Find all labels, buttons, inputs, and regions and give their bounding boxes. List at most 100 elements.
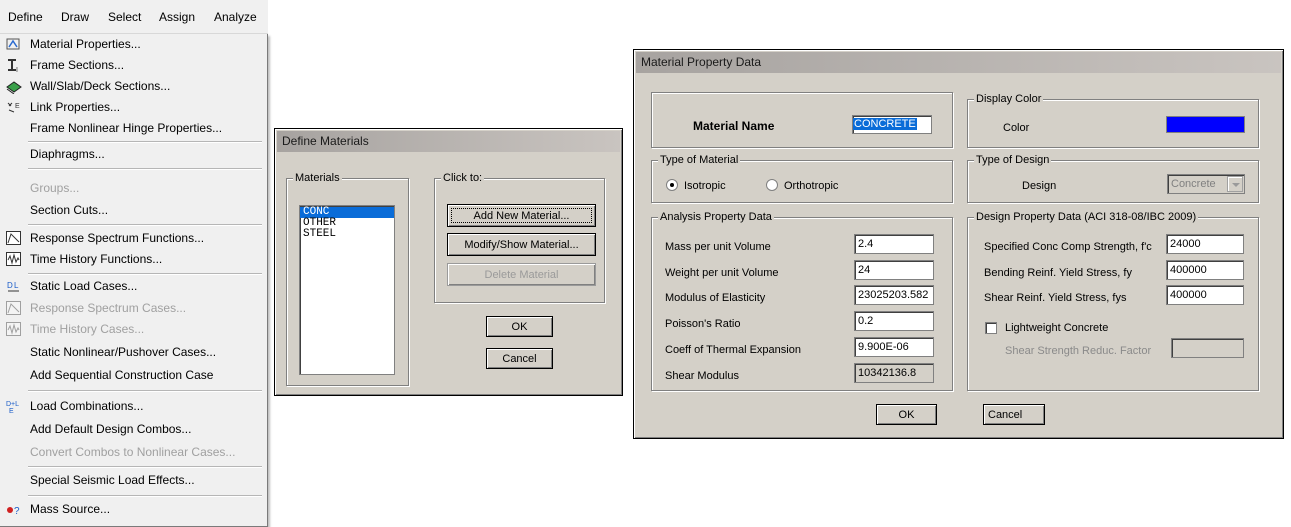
thermal-expansion-field[interactable]: 9.900E-06 (854, 337, 934, 357)
menu-item-default-design-combos[interactable]: Add Default Design Combos... (0, 419, 266, 440)
modify-show-material-button[interactable]: Modify/Show Material... (447, 233, 596, 256)
analysis-property-label: Analysis Property Data (658, 210, 774, 224)
color-label: Color (1003, 122, 1030, 134)
shear-yield-field[interactable]: 400000 (1166, 285, 1244, 305)
menu-define[interactable]: Define (8, 10, 43, 24)
menu-item-label: Material Properties... (30, 37, 141, 51)
menu-item-label: Link Properties... (30, 100, 121, 114)
cancel-button[interactable]: Cancel (983, 404, 1045, 425)
conc-strength-field[interactable]: 24000 (1166, 234, 1244, 254)
menu-item-label: Time History Cases... (30, 322, 145, 336)
type-of-material-label: Type of Material (658, 153, 741, 167)
dialog-title: Define Materials (277, 131, 620, 152)
menu-assign[interactable]: Assign (159, 10, 195, 24)
svg-text:?: ? (14, 506, 20, 517)
menu-item-special-seismic[interactable]: Special Seismic Load Effects... (0, 470, 266, 491)
menu-item-label: Frame Nonlinear Hinge Properties... (30, 121, 223, 135)
type-of-design-label: Type of Design (974, 153, 1052, 167)
mass-per-volume-field[interactable]: 2.4 (854, 234, 934, 254)
menu-item-label: Wall/Slab/Deck Sections... (30, 79, 171, 93)
cancel-label: Cancel (502, 352, 537, 365)
orthotropic-radio[interactable] (766, 179, 778, 191)
define-menu: Material Properties... I Frame Sections.… (0, 34, 268, 527)
material-name-group: Material Name CONCRETE (651, 92, 953, 148)
menu-item-sequential-construction[interactable]: Add Sequential Construction Case (0, 365, 266, 386)
menu-item-label: Frame Sections... (30, 58, 125, 72)
design-property-group: Design Property Data (ACI 318-08/IBC 200… (967, 210, 1259, 391)
isotropic-label: Isotropic (684, 180, 726, 192)
isotropic-radio[interactable] (666, 179, 678, 191)
menu-item-label: Section Cuts... (30, 203, 109, 217)
time-history-icon (6, 252, 21, 266)
menu-item-label: Time History Functions... (30, 252, 163, 266)
menu-item-groups[interactable]: Groups... (0, 178, 266, 199)
ok-button[interactable]: OK (486, 316, 553, 337)
delete-material-button[interactable]: Delete Material (447, 263, 596, 286)
weight-per-volume-field[interactable]: 24 (854, 260, 934, 280)
time-history-case-icon (6, 322, 21, 336)
menu-item-material-properties[interactable]: Material Properties... (0, 34, 266, 55)
design-value: Concrete (1171, 178, 1216, 190)
color-swatch[interactable] (1166, 116, 1245, 133)
response-spectrum-icon (6, 231, 21, 245)
link-icon: E (7, 102, 20, 113)
bending-yield-field[interactable]: 400000 (1166, 260, 1244, 280)
cancel-button[interactable]: Cancel (486, 348, 553, 369)
menu-item-hinge-properties[interactable]: Frame Nonlinear Hinge Properties... (0, 118, 266, 139)
menu-item-static-load-cases[interactable]: DL Static Load Cases... (0, 276, 266, 297)
menu-draw[interactable]: Draw (61, 10, 89, 24)
menu-item-diaphragms[interactable]: Diaphragms... (0, 144, 266, 165)
materials-group-label: Materials (293, 171, 342, 185)
menu-item-label: Static Load Cases... (30, 279, 138, 293)
menu-separator (28, 390, 262, 392)
material-name-field[interactable]: CONCRETE (852, 115, 932, 134)
menu-item-label: Groups... (30, 181, 80, 195)
menu-item-response-spectrum-cases[interactable]: Response Spectrum Cases... (0, 298, 266, 319)
material-option-steel[interactable]: STEEL (300, 229, 394, 240)
weight-per-volume-label: Weight per unit Volume (665, 267, 779, 279)
mass-source-icon: ? (7, 506, 20, 517)
chevron-down-icon[interactable] (1227, 176, 1243, 192)
modulus-of-elasticity-field[interactable]: 23025203.582 (854, 285, 934, 305)
lightweight-checkbox[interactable] (985, 322, 997, 334)
menu-item-mass-source[interactable]: ? Mass Source... (0, 499, 266, 520)
menu-item-section-cuts[interactable]: Section Cuts... (0, 200, 266, 221)
shear-yield-label: Shear Reinf. Yield Stress, fys (984, 292, 1127, 304)
load-combination-icon: D+LE (6, 401, 19, 414)
menu-item-label: Add Sequential Construction Case (30, 368, 214, 382)
menu-item-convert-combos[interactable]: Convert Combos to Nonlinear Cases... (0, 442, 266, 463)
menu-separator (28, 495, 262, 497)
menu-select[interactable]: Select (108, 10, 141, 24)
menu-item-time-history-cases[interactable]: Time History Cases... (0, 319, 266, 340)
materials-listbox[interactable]: CONC OTHER STEEL (299, 205, 395, 375)
menu-analyze[interactable]: Analyze (214, 10, 257, 24)
menu-item-link-properties[interactable]: E Link Properties... (0, 97, 266, 118)
menu-item-time-history-functions[interactable]: Time History Functions... (0, 249, 266, 270)
menu-item-label: Add Default Design Combos... (30, 422, 192, 436)
design-select[interactable]: Concrete (1167, 174, 1245, 194)
add-new-material-button[interactable]: Add New Material... (447, 204, 596, 227)
ok-button[interactable]: OK (876, 404, 937, 425)
orthotropic-label: Orthotropic (784, 180, 839, 192)
menu-item-load-combinations[interactable]: D+L E Load Combinations... (0, 396, 266, 417)
poissons-ratio-field[interactable]: 0.2 (854, 311, 934, 331)
menu-item-wall-slab-deck[interactable]: Wall/Slab/Deck Sections... (0, 76, 266, 97)
design-label: Design (1022, 180, 1057, 192)
menu-item-response-spectrum-functions[interactable]: Response Spectrum Functions... (0, 228, 266, 249)
svg-text:D+L: D+L (6, 401, 19, 408)
menu-item-label: Diaphragms... (30, 147, 105, 161)
menu-bar: Define Draw Select Assign Analyze (0, 0, 268, 34)
frame-section-icon: I (8, 59, 18, 73)
wall-slab-icon (6, 81, 22, 94)
type-of-material-group: Type of Material Isotropic Orthotropic (651, 153, 953, 203)
static-load-icon: DL (7, 281, 19, 292)
conc-strength-label: Specified Conc Comp Strength, f'c (984, 241, 1152, 253)
shear-strength-field[interactable] (1171, 338, 1244, 358)
menu-item-static-nonlinear-cases[interactable]: Static Nonlinear/Pushover Cases... (0, 342, 266, 363)
menu-separator (28, 168, 262, 170)
mass-per-volume-label: Mass per unit Volume (665, 241, 771, 253)
bending-yield-label: Bending Reinf. Yield Stress, fy (984, 267, 1132, 279)
menu-separator (28, 466, 262, 468)
cancel-label: Cancel (988, 408, 1023, 421)
menu-item-frame-sections[interactable]: I Frame Sections... (0, 55, 266, 76)
